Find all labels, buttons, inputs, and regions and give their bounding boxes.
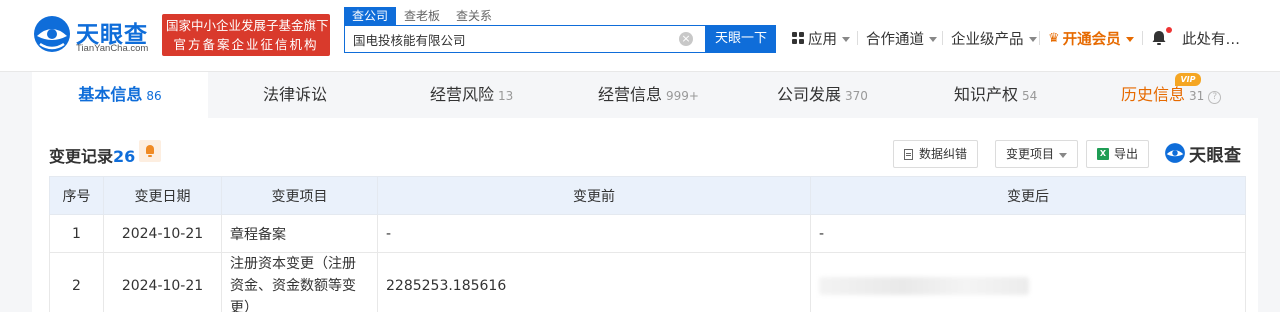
nav-divider [1039, 31, 1040, 45]
tab-legal[interactable]: 法律诉讼 [263, 72, 327, 118]
crown-icon: ♛ [1048, 30, 1060, 46]
column-header: 变更日期 [103, 176, 222, 215]
nav-divider [942, 31, 943, 45]
nav-divider [857, 31, 858, 45]
section-title-label: 变更记录 [49, 147, 114, 166]
nav-vip-label: 开通会员 [1062, 31, 1121, 48]
tab-label: 知识产权 [954, 85, 1019, 104]
tab-count: 13 [498, 89, 514, 103]
logo-eye-icon [1165, 143, 1185, 163]
cell-after [810, 252, 1246, 312]
tab-label: 基本信息 [78, 85, 143, 104]
table-row: 2 2024-10-21 注册资本变更（注册资金、资金数额等变更） 228525… [49, 252, 1246, 312]
nav-apps-label: 应用 [808, 31, 837, 48]
cell-index: 2 [49, 252, 104, 312]
chevron-down-icon [1059, 152, 1068, 158]
cell-before: - [377, 214, 811, 253]
excel-icon: X [1097, 148, 1109, 160]
tab-label: 经营风险 [430, 85, 495, 104]
company-tabs: 基本信息 86 法律诉讼 经营风险 13 经营信息 999+ 公司发展 370 知识产权… [32, 72, 1250, 118]
nav-channels[interactable]: 合作通道 [866, 28, 937, 48]
table-header-row: 序号 变更日期 变更项目 变更前 变更后 [49, 176, 1246, 215]
search-button[interactable]: 天眼一下 [706, 25, 776, 53]
chevron-down-icon [929, 36, 937, 42]
tab-label: 历史信息 [1121, 85, 1186, 104]
search-tab-relation[interactable]: 查关系 [448, 7, 500, 25]
search-tab-company[interactable]: 查公司 [344, 7, 397, 25]
nav-apps[interactable]: 应用 [792, 28, 850, 48]
column-header: 变更前 [377, 176, 811, 215]
notification-dot [1166, 27, 1172, 33]
column-header: 序号 [49, 176, 104, 215]
user-menu[interactable]: 此处有… [1182, 28, 1240, 48]
tab-count: 370 [845, 89, 868, 103]
column-header: 变更后 [810, 176, 1246, 215]
nav-channels-label: 合作通道 [866, 31, 924, 48]
chevron-down-icon [1028, 36, 1037, 42]
data-correction-button[interactable]: 数据纠错 [893, 140, 979, 168]
badge-line-2: 官方备案企业征信机构 [173, 37, 319, 52]
tab-count: 54 [1022, 89, 1038, 103]
tab-label: 公司发展 [777, 85, 842, 104]
change-records-panel: 变更记录26 数据纠错 变更项目 X 导出 天眼查 序号 变更日期 变更项目 变… [32, 118, 1258, 312]
document-icon [904, 148, 913, 160]
bell-icon[interactable] [1150, 29, 1168, 47]
search-input[interactable] [353, 26, 673, 52]
cell-before: 2285253.185616 [377, 252, 811, 312]
data-correction-label: 数据纠错 [919, 147, 968, 161]
search-tab-boss[interactable]: 查老板 [396, 7, 448, 25]
chevron-down-icon [1125, 36, 1134, 42]
tab-count: 31 [1189, 89, 1205, 103]
section-count: 26 [113, 147, 136, 166]
logo-domain: TianYanCha.com [76, 43, 149, 54]
official-badge: 国家中小企业发展子基金旗下 官方备案企业征信机构 [162, 14, 330, 56]
tab-ip[interactable]: 知识产权 54 [954, 72, 1037, 118]
logo-eye-icon [34, 16, 70, 52]
cell-date: 2024-10-21 [103, 214, 222, 253]
nav-divider [1142, 31, 1143, 45]
vip-badge: VIP [1175, 73, 1201, 86]
bell-alert-icon[interactable] [139, 140, 161, 162]
tab-development[interactable]: 公司发展 370 [777, 72, 868, 118]
cell-index: 1 [49, 214, 104, 253]
watermark-logo-text: 天眼查 [1189, 145, 1242, 166]
nav-vip[interactable]: ♛ 开通会员 [1048, 28, 1134, 48]
clear-icon[interactable]: × [679, 32, 693, 46]
tab-operating-info[interactable]: 经营信息 999+ [598, 72, 699, 118]
cell-item: 章程备案 [221, 214, 378, 253]
badge-line-1: 国家中小企业发展子基金旗下 [166, 18, 329, 33]
cell-item: 注册资本变更（注册资金、资金数额等变更） [221, 252, 378, 312]
cell-after: - [810, 214, 1246, 253]
tab-count: 999+ [666, 89, 699, 103]
top-header: 天眼查 TianYanCha.com 国家中小企业发展子基金旗下 官方备案企业征… [0, 0, 1280, 72]
tab-operating-risk[interactable]: 经营风险 13 [430, 72, 513, 118]
blurred-value [819, 277, 1029, 295]
tab-label: 法律诉讼 [263, 85, 328, 104]
change-records-table: 序号 变更日期 变更项目 变更前 变更后 1 2024-10-21 章程备案 -… [49, 176, 1246, 312]
change-item-filter-label: 变更项目 [1006, 147, 1055, 161]
tianyancha-logo[interactable]: 天眼查 TianYanCha.com [32, 14, 158, 56]
watermark-logo: 天眼查 [1164, 140, 1242, 166]
change-item-filter[interactable]: 变更项目 [995, 140, 1079, 168]
tab-history[interactable]: 历史信息 31? [1121, 72, 1222, 118]
help-icon[interactable]: ? [1208, 91, 1222, 104]
export-label: 导出 [1114, 147, 1139, 161]
nav-enterprise-label: 企业级产品 [951, 31, 1024, 48]
tab-count: 86 [146, 89, 162, 103]
section-title: 变更记录26 [49, 143, 135, 167]
column-header: 变更项目 [221, 176, 378, 215]
table-row: 1 2024-10-21 章程备案 - - [49, 214, 1246, 253]
search-type-tabs: 查公司 查老板 查关系 [344, 7, 500, 25]
export-button[interactable]: X 导出 [1086, 140, 1150, 168]
nav-enterprise[interactable]: 企业级产品 [951, 28, 1037, 48]
tab-basic-info[interactable]: 基本信息 86 [32, 72, 208, 118]
cell-date: 2024-10-21 [103, 252, 222, 312]
tab-label: 经营信息 [598, 85, 663, 104]
search-box: × [344, 25, 706, 53]
apps-grid-icon [792, 32, 804, 44]
chevron-down-icon [842, 36, 850, 42]
